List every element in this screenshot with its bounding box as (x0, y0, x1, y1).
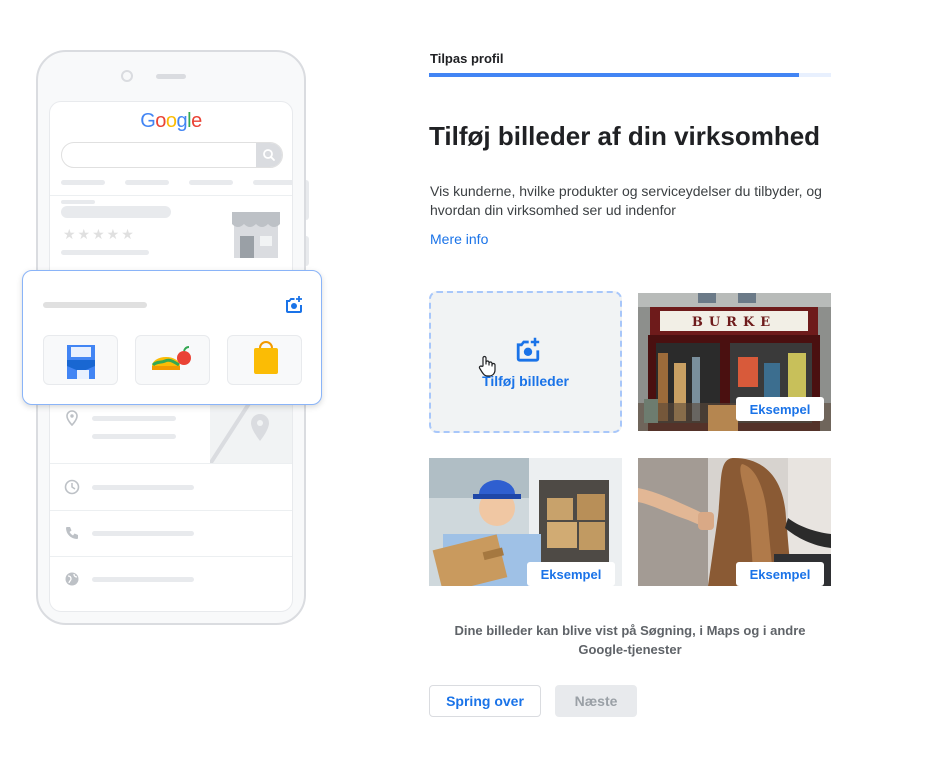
phone-camera (121, 70, 133, 82)
mock-line (61, 250, 149, 255)
shop-sign-text: BURKE (692, 315, 776, 330)
product-tile (43, 335, 118, 385)
phone-speaker (156, 74, 186, 79)
mock-search-bar (61, 142, 283, 168)
mock-line (92, 577, 194, 582)
progress-bar (429, 73, 831, 77)
mock-line (43, 302, 147, 308)
phone-icon (64, 525, 80, 541)
add-photos-label: Tilføj billeder (482, 373, 569, 389)
location-pin-icon (64, 410, 80, 427)
page-title: Tilføj billeder af din virksomhed (429, 121, 821, 151)
mock-line (92, 531, 194, 536)
google-logo: Google (140, 110, 202, 132)
food-tile (135, 335, 210, 385)
divider (50, 510, 292, 511)
example-button[interactable]: Eksempel (527, 562, 615, 586)
example-photo-storefront: BURKE Eksempel (638, 293, 831, 431)
add-photo-icon (284, 295, 304, 313)
mock-line (92, 416, 176, 421)
photos-preview-card (22, 270, 322, 405)
more-info-link[interactable]: Mere info (430, 231, 488, 247)
page-description: Vis kunderne, hvilke produkter og servic… (430, 183, 822, 218)
rating-stars: ★★★★★ (63, 226, 136, 242)
divider (50, 556, 292, 557)
divider (50, 195, 292, 196)
add-photos-button[interactable]: Tilføj billeder (429, 291, 622, 433)
progress-fill (429, 73, 799, 77)
next-button[interactable]: Næste (555, 685, 637, 717)
example-photo-delivery: Eksempel (429, 458, 622, 596)
hand-cursor-icon (477, 355, 497, 377)
mock-line (92, 434, 176, 439)
globe-icon (64, 571, 80, 587)
example-button[interactable]: Eksempel (736, 562, 824, 586)
storefront-icon (230, 208, 282, 258)
mock-tabs (61, 180, 292, 186)
mock-line (92, 485, 194, 490)
example-photo-hairdresser: Eksempel (638, 458, 831, 596)
skip-button[interactable]: Spring over (429, 685, 541, 717)
search-icon (256, 143, 282, 167)
visibility-note: Dine billeder kan blive vist på Søgning,… (454, 623, 806, 657)
clock-icon (64, 479, 80, 495)
add-photo-icon (514, 336, 542, 362)
map-thumbnail (210, 402, 292, 464)
divider (50, 463, 292, 464)
example-button[interactable]: Eksempel (736, 397, 824, 421)
mock-business-name (61, 206, 171, 218)
mock-line (61, 200, 95, 204)
step-label: Tilpas profil (430, 51, 504, 66)
shopping-bag-tile (227, 335, 302, 385)
